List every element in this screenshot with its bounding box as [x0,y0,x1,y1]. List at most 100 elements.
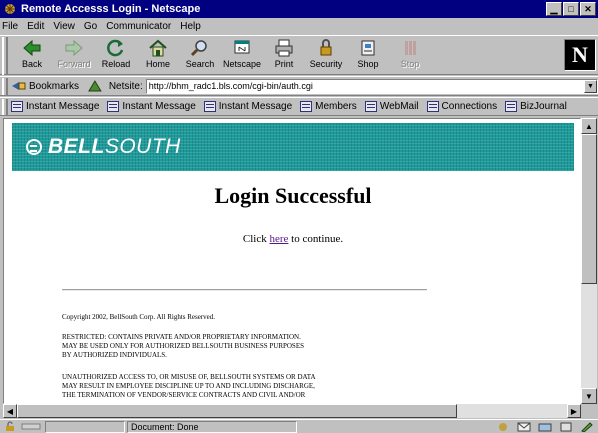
menu-view[interactable]: View [53,21,75,32]
close-button[interactable]: ✕ [580,2,596,16]
horizontal-rule [62,289,427,291]
shop-button[interactable]: Shop [347,36,389,74]
print-button[interactable]: Print [263,36,305,74]
personal-item-label: Instant Message [122,101,196,112]
url-field[interactable]: http://bhm_radc1.bls.com/cgi-bin/auth.cg… [145,78,598,94]
vertical-scrollbar[interactable]: ▲ ▼ [581,118,597,404]
status-text: Document: Done [127,420,297,433]
bellsouth-mark-icon [26,139,42,155]
home-label: Home [145,59,170,69]
continue-before: Click [242,233,270,245]
horizontal-scroll-thumb[interactable] [17,404,457,418]
menu-bar: File Edit View Go Communicator Help [0,18,598,34]
search-button[interactable]: Search [179,36,221,74]
reload-icon [107,39,124,57]
security-label: Security [309,59,343,69]
brand-light: SOUTH [104,135,181,158]
maximize-button[interactable]: □ [563,2,579,16]
location-grip[interactable] [2,77,8,95]
unauthorized-line: UNAUTHORIZED ACCESS TO, OR MISUSE OF, BE… [62,373,316,381]
navigation-toolbar: Back Forward Reload Home Search Netscape… [0,35,598,75]
continue-after: to continue. [288,233,344,245]
search-label: Search [185,59,215,69]
component-bar [496,421,594,432]
newsgroups-icon[interactable] [538,422,552,432]
bookmark-page-icon [107,101,120,112]
reload-label: Reload [101,59,131,69]
page-proxy-icon[interactable] [87,79,103,93]
personal-item-label: Members [315,101,357,112]
print-label: Print [274,59,294,69]
bellsouth-logo: BELL SOUTH [26,135,181,159]
menu-file[interactable]: File [2,21,18,32]
shop-label: Shop [357,59,379,69]
scroll-up-button[interactable]: ▲ [581,118,597,134]
stop-label: Stop [400,59,420,69]
forward-label: Forward [57,59,91,69]
personal-item-connections[interactable]: Connections [426,101,497,112]
personal-item-instant-message[interactable]: Instant Message [203,101,292,112]
personal-item-label: Instant Message [26,101,100,112]
menu-edit[interactable]: Edit [27,21,44,32]
personal-item-members[interactable]: Members [300,101,357,112]
stop-button[interactable]: Stop [389,36,431,74]
security-button[interactable]: Security [305,36,347,74]
netscape-icon [234,40,250,54]
location-bar: Bookmarks Netsite: http://bhm_radc1.bls.… [0,76,598,96]
window-title: Remote Accesss Login - Netscape [21,3,201,15]
forward-button[interactable]: Forward [53,36,95,74]
home-button[interactable]: Home [137,36,179,74]
back-label: Back [21,59,42,69]
personal-item-bizjournal[interactable]: BizJournal [505,101,567,112]
restricted-notice: RESTRICTED: CONTAINS PRIVATE AND/OR PROP… [62,333,462,360]
address-book-icon[interactable] [559,422,573,432]
bookmark-page-icon [426,101,439,112]
unauthorized-line: MAY RESULT IN EMPLOYEE DISCIPLINE UP TO … [62,382,315,390]
reload-button[interactable]: Reload [95,36,137,74]
menu-communicator[interactable]: Communicator [106,21,171,32]
bookmarks-button[interactable]: Bookmarks [11,80,79,92]
menu-go[interactable]: Go [84,21,97,32]
continue-text: Click here to continue. [4,233,580,245]
print-icon [275,39,293,57]
restricted-line: RESTRICTED: CONTAINS PRIVATE AND/OR PROP… [62,333,301,341]
mail-icon[interactable] [517,422,531,432]
menu-help[interactable]: Help [180,21,201,32]
lock-icon [320,39,332,56]
scroll-left-button[interactable]: ◀ [3,404,17,418]
netscape-logo[interactable]: N [564,39,596,71]
personal-toolbar: Instant Message Instant Message Instant … [0,97,598,116]
connection-status-icon [21,423,41,430]
toolbar-grip[interactable] [2,37,8,75]
vertical-scroll-thumb[interactable] [581,134,597,284]
personal-item-instant-message[interactable]: Instant Message [107,101,196,112]
bookmark-icon [11,82,26,90]
unauthorized-notice: UNAUTHORIZED ACCESS TO, OR MISUSE OF, BE… [62,373,462,400]
composer-icon[interactable] [580,421,594,432]
bookmark-page-icon [505,101,518,112]
security-status-icon[interactable] [3,421,17,432]
bookmark-page-icon [364,101,377,112]
personal-item-webmail[interactable]: WebMail [364,101,419,112]
netscape-label: Netscape [222,59,262,69]
bookmark-page-icon [11,101,23,112]
personal-item-label: WebMail [379,101,419,112]
copyright-text: Copyright 2002, BellSouth Corp. All Righ… [62,313,216,321]
personal-item-instant-message[interactable]: Instant Message [11,101,99,112]
netscape-app-icon[interactable] [3,2,17,16]
back-button[interactable]: Back [11,36,53,74]
unauthorized-line: THE TERMINATION OF VENDOR/SERVICE CONTRA… [62,391,306,399]
scroll-down-button[interactable]: ▼ [581,388,597,404]
scroll-right-button[interactable]: ▶ [567,404,581,418]
continue-link[interactable]: here [269,233,288,245]
horizontal-scrollbar[interactable]: ◀ ▶ [3,404,581,418]
personal-grip[interactable] [2,98,8,115]
navigator-icon[interactable] [496,422,510,432]
netscape-button[interactable]: Netscape [221,36,263,74]
url-dropdown-button[interactable]: ▼ [584,79,597,93]
minimize-button[interactable]: ▁ [546,2,562,16]
search-icon [190,40,207,57]
restricted-line: BY AUTHORIZED INDIVIDUALS. [62,351,167,359]
page-viewport[interactable]: BELL SOUTH Login Successful Click here to… [3,118,581,404]
bookmark-page-icon [300,101,313,112]
